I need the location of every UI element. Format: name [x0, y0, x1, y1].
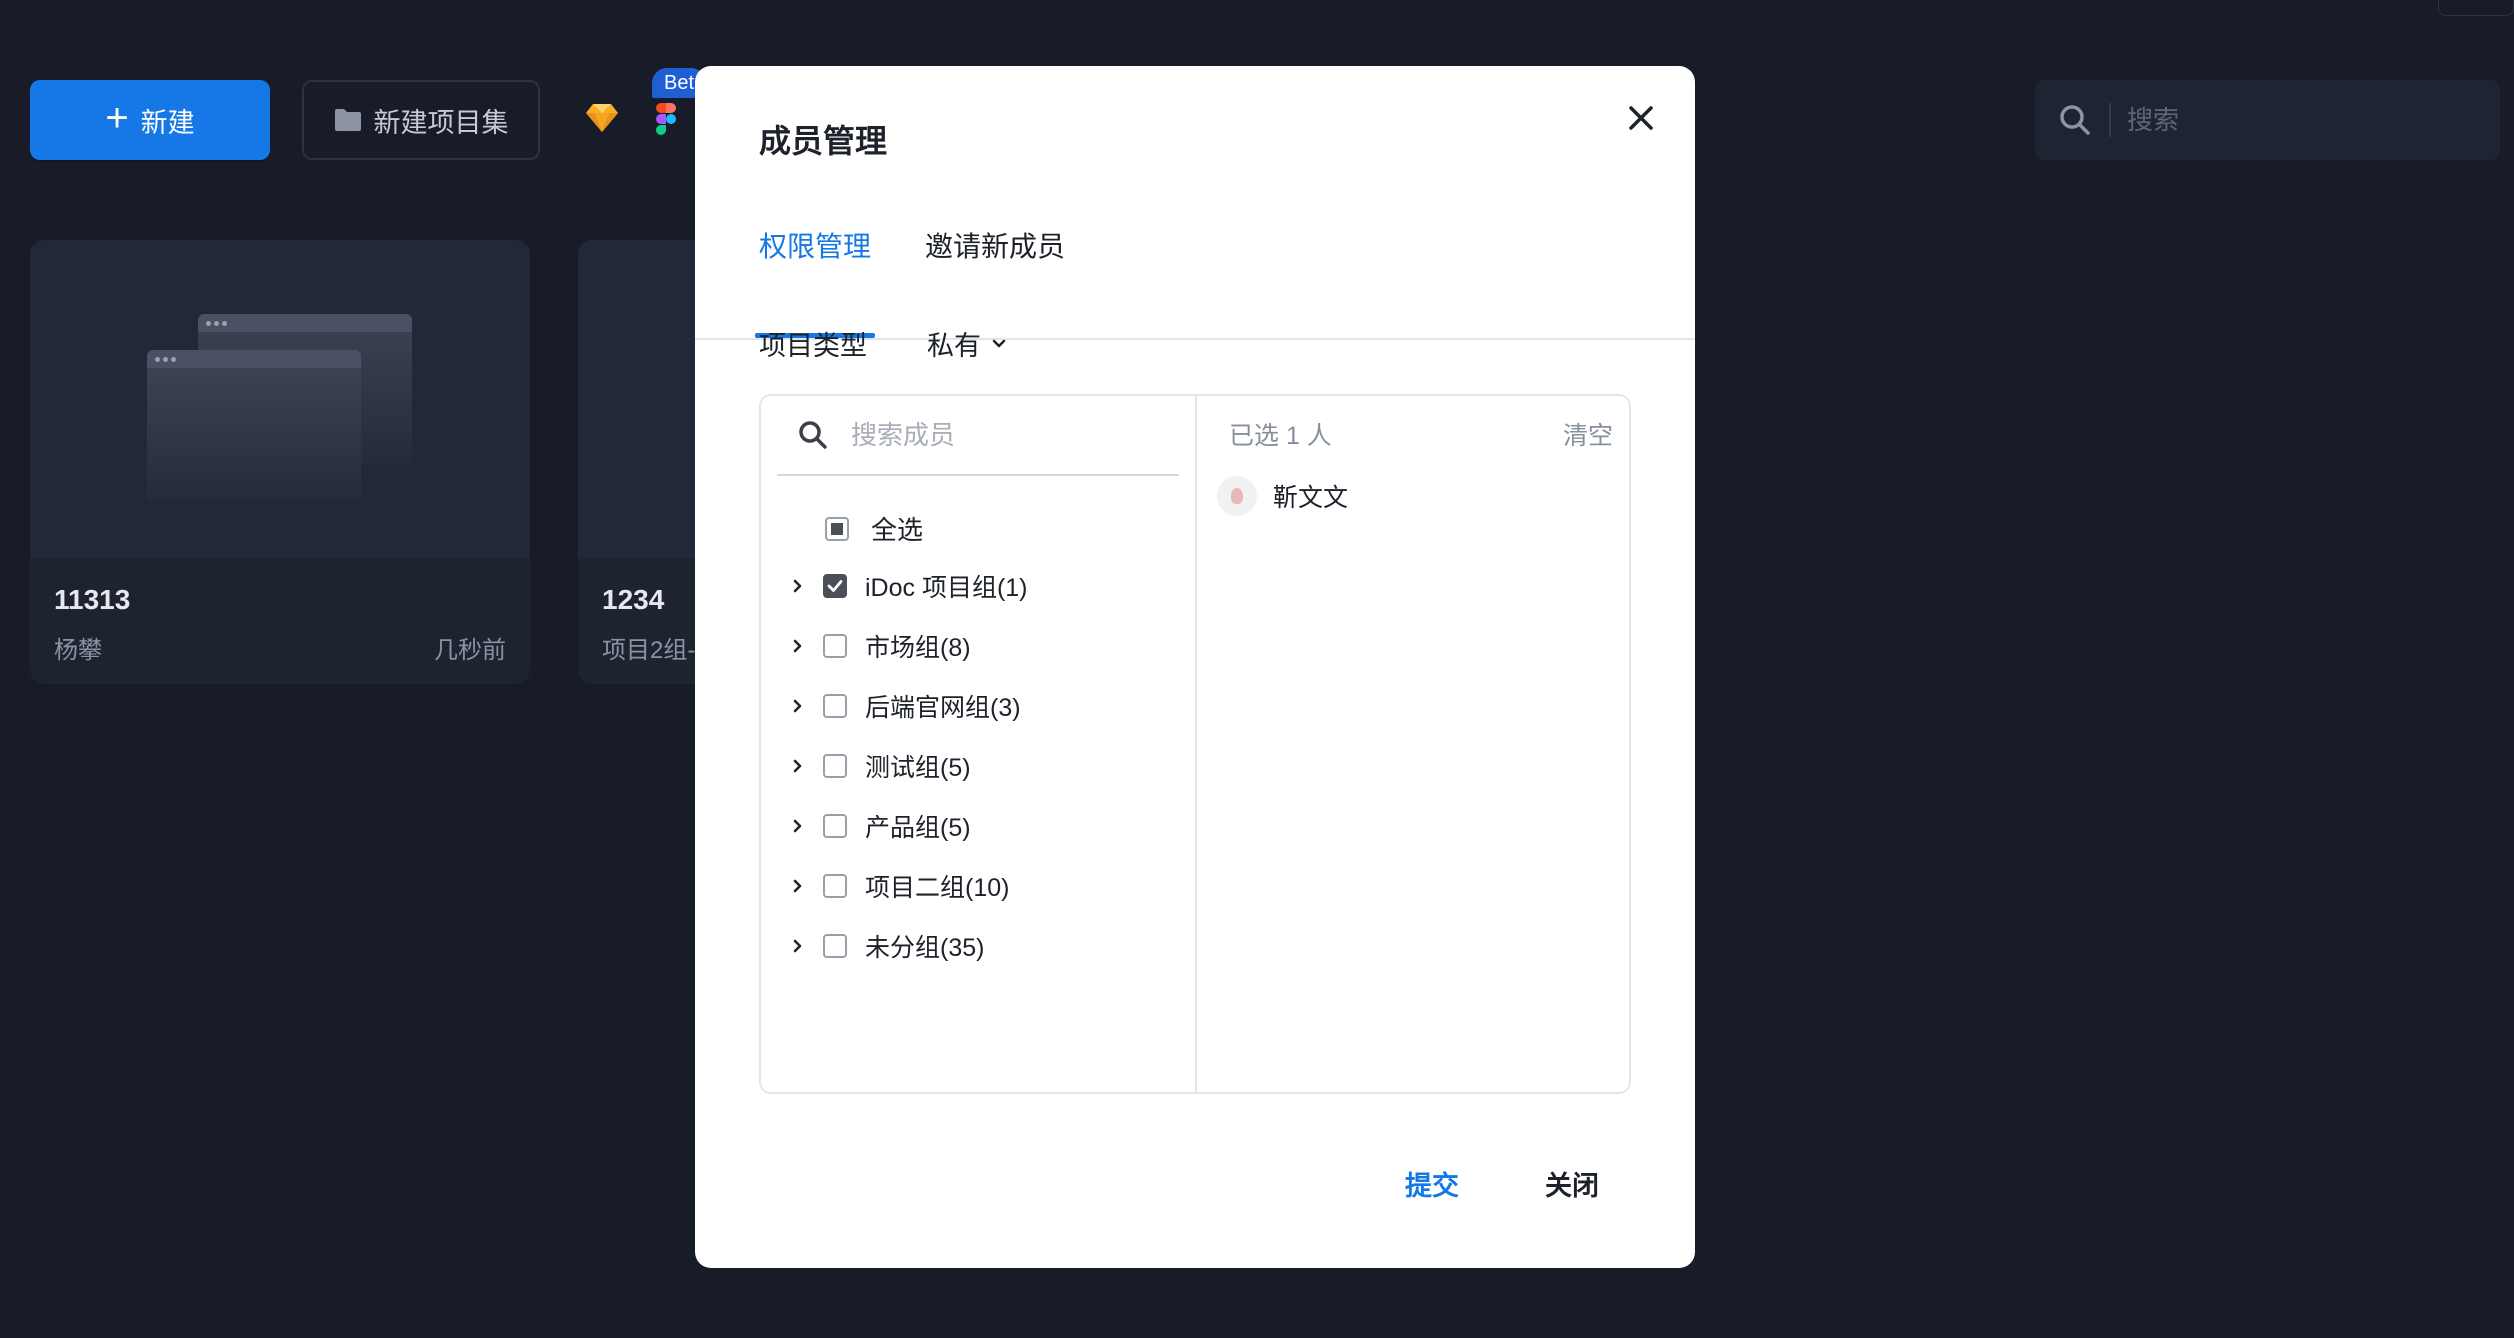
dialog-tabs: 权限管理 邀请新成员 — [695, 210, 1695, 340]
project-name: 11313 — [54, 584, 131, 615]
chevron-right-icon[interactable] — [791, 639, 805, 653]
project-owner: 项目2组- — [602, 637, 696, 664]
selected-member-name: 靳文文 — [1273, 484, 1349, 512]
group-checkbox[interactable] — [823, 934, 847, 958]
new-folder-label: 新建项目集 — [373, 107, 509, 138]
select-all-checkbox[interactable]: 全选 — [825, 510, 923, 547]
thumbnail-window-front — [147, 350, 361, 500]
group-label: 未分组(35) — [865, 934, 985, 962]
group-checkbox[interactable] — [823, 814, 847, 838]
search-divider — [2109, 103, 2111, 137]
selected-members-panel: 已选 1 人 清空 靳文文 — [1197, 396, 1629, 1092]
project-type-value: 私有 — [927, 331, 981, 361]
member-management-dialog: 成员管理 权限管理 邀请新成员 项目类型 私有 全选 — [695, 66, 1695, 1268]
figma-icon[interactable] — [655, 103, 677, 135]
select-all-box[interactable] — [825, 516, 849, 541]
project-thumbnail — [30, 240, 530, 558]
group-label: iDoc 项目组(1) — [865, 574, 1028, 602]
chevron-right-icon[interactable] — [791, 579, 805, 593]
folder-icon — [334, 109, 361, 131]
group-list: iDoc 项目组(1) 市场组(8) 后端官网组(3) 测试组(5) 产品组(5… — [761, 556, 1195, 976]
new-folder-button[interactable]: 新建项目集 — [302, 80, 540, 160]
search-icon — [799, 421, 827, 449]
group-item[interactable]: 市场组(8) — [761, 616, 1195, 676]
chevron-right-icon[interactable] — [791, 699, 805, 713]
selected-member[interactable]: 靳文文 — [1217, 476, 1348, 516]
group-label: 项目二组(10) — [865, 874, 1010, 902]
avatar — [1217, 476, 1257, 516]
group-checkbox[interactable] — [823, 694, 847, 718]
plus-icon: + — [105, 96, 129, 140]
search-icon — [2060, 105, 2090, 135]
project-type-label: 项目类型 — [759, 331, 867, 361]
group-item[interactable]: 未分组(35) — [761, 916, 1195, 976]
project-card[interactable]: 11313 杨攀 几秒前 — [30, 240, 530, 684]
member-search-input[interactable] — [849, 418, 1173, 452]
group-item[interactable]: 后端官网组(3) — [761, 676, 1195, 736]
group-checkbox[interactable] — [823, 574, 847, 598]
group-item[interactable]: 项目二组(10) — [761, 856, 1195, 916]
project-time: 几秒前 — [434, 637, 506, 664]
member-transfer-panel: 全选 iDoc 项目组(1) 市场组(8) — [759, 394, 1631, 1094]
global-search[interactable] — [2035, 80, 2500, 160]
check-icon — [827, 580, 843, 592]
member-search[interactable] — [777, 396, 1179, 476]
close-button[interactable]: 关闭 — [1545, 1164, 1599, 1203]
group-item[interactable]: 测试组(5) — [761, 736, 1195, 796]
tab-permissions[interactable]: 权限管理 — [754, 210, 876, 338]
select-all-label: 全选 — [871, 515, 924, 545]
group-checkbox[interactable] — [823, 634, 847, 658]
global-search-input[interactable] — [2125, 103, 2469, 137]
group-item[interactable]: iDoc 项目组(1) — [761, 556, 1195, 616]
tab-invite-members[interactable]: 邀请新成员 — [925, 210, 1065, 336]
dialog-title: 成员管理 — [759, 123, 888, 159]
new-button[interactable]: + 新建 — [30, 80, 270, 160]
group-checkbox[interactable] — [823, 874, 847, 898]
member-tree-panel: 全选 iDoc 项目组(1) 市场组(8) — [761, 396, 1197, 1092]
close-icon[interactable] — [1619, 96, 1663, 140]
selected-count: 已选 1 人 — [1229, 422, 1332, 450]
chevron-right-icon[interactable] — [791, 879, 805, 893]
group-item[interactable]: 产品组(5) — [761, 796, 1195, 856]
chevron-down-icon — [992, 339, 1006, 347]
project-type-select[interactable]: 私有 — [927, 324, 1007, 363]
group-checkbox[interactable] — [823, 754, 847, 778]
group-label: 产品组(5) — [865, 814, 971, 842]
group-label: 市场组(8) — [865, 634, 971, 662]
group-label: 测试组(5) — [865, 754, 971, 782]
sketch-icon[interactable] — [585, 103, 619, 133]
chevron-right-icon[interactable] — [791, 819, 805, 833]
submit-button[interactable]: 提交 — [1405, 1164, 1459, 1203]
project-owner: 杨攀 — [54, 637, 102, 664]
chevron-right-icon[interactable] — [791, 759, 805, 773]
top-right-control[interactable] — [2438, 0, 2514, 16]
new-button-label: 新建 — [140, 107, 195, 138]
chevron-right-icon[interactable] — [791, 939, 805, 953]
group-label: 后端官网组(3) — [865, 694, 1021, 722]
clear-button[interactable]: 清空 — [1563, 416, 1613, 452]
